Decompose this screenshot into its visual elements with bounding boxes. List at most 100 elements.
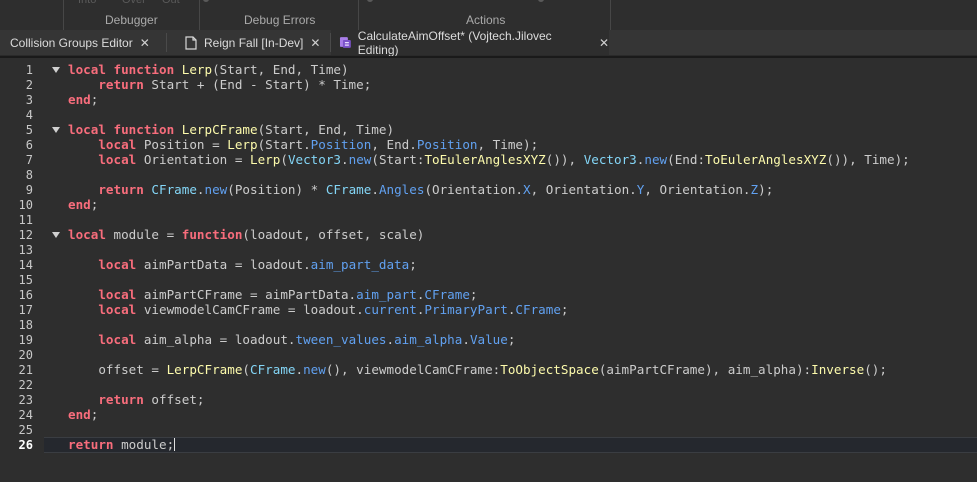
text-token: (	[242, 362, 250, 377]
fold-arrow-icon[interactable]	[52, 127, 60, 133]
close-icon[interactable]: ✕	[310, 36, 320, 50]
property-token: X	[523, 182, 531, 197]
text-token: (aimPartCFrame), aim_alpha):	[598, 362, 812, 377]
keyword-token: return	[98, 182, 152, 197]
text-token: ()), Time);	[826, 152, 910, 167]
function-token: ToObjectSpace	[500, 362, 599, 377]
text-token: ;	[90, 92, 99, 107]
function-token: Lerp	[250, 152, 281, 167]
code-line[interactable]: end;	[68, 92, 98, 107]
code-line[interactable]: local Orientation = Lerp(Vector3.new(Sta…	[68, 152, 910, 167]
keyword-token: local	[98, 287, 144, 302]
keyword-token: local	[68, 227, 114, 242]
keyword-token: function	[113, 62, 182, 77]
text-token: (End:	[667, 152, 706, 167]
code-line[interactable]: local aimPartData = loadout.aim_part_dat…	[68, 257, 416, 272]
text-token: , Orientation.	[644, 182, 751, 197]
script-editor[interactable]: 1 2 3 4 5 6 7 8 9 10 11 12 13 14 15 16 17 18 19 20 21 22 23 24 2…	[0, 56, 977, 482]
code-line[interactable]: local aim_alpha = loadout.tween_values.a…	[68, 332, 515, 347]
ribbon-ghost-text: Over	[122, 0, 146, 6]
function-token: ToEulerAnglesXYZ	[424, 152, 546, 167]
builtin-token: CFrame	[250, 362, 296, 377]
close-icon[interactable]: ✕	[140, 36, 150, 50]
tab-calculate-aim-offset[interactable]: CalculateAimOffset* (Vojtech.Jilovec Edi…	[331, 28, 609, 57]
line-number: 3	[25, 93, 33, 107]
code-line[interactable]: offset = LerpCFrame(CFrame.new(), viewmo…	[68, 362, 887, 377]
code-line[interactable]: local module = function(loadout, offset,…	[68, 227, 424, 242]
code-line[interactable]: return CFrame.new(Position) * CFrame.Ang…	[68, 182, 773, 197]
property-token: CFrame	[424, 287, 470, 302]
ribbon-ghost-text: Into	[78, 0, 97, 6]
property-token: CFrame	[515, 302, 561, 317]
builtin-token: Vector3	[583, 152, 637, 167]
property-token: new	[348, 152, 372, 167]
text-token: (), viewmodelCamCFrame:	[325, 362, 501, 377]
text-token: viewmodelCamCFrame = loadout.	[143, 302, 364, 317]
code-line[interactable]: return module;	[68, 437, 176, 452]
ribbon-ghost-text: Out	[162, 0, 180, 6]
tab-collision-groups-editor[interactable]: Collision Groups Editor ✕	[10, 30, 150, 55]
keyword-token: local	[68, 62, 114, 77]
code-line[interactable]: return Start + (End - Start) * Time;	[68, 77, 371, 92]
line-number: 22	[18, 378, 33, 392]
text-token: (Position) *	[227, 182, 326, 197]
text-token: ;	[507, 332, 516, 347]
text-token: Position =	[143, 137, 228, 152]
text-token: ;	[560, 302, 569, 317]
code-line[interactable]: return offset;	[68, 392, 204, 407]
text-token: (Start.	[257, 137, 311, 152]
text-token: ()),	[545, 152, 584, 167]
line-number: 21	[18, 363, 33, 377]
tab-bar: Collision Groups Editor ✕ Reign Fall [In…	[0, 28, 977, 57]
text-token: module;	[121, 437, 175, 452]
keyword-token: local	[98, 137, 144, 152]
line-number: 24	[18, 408, 33, 422]
tab-reign-fall[interactable]: Reign Fall [In-Dev] ✕	[184, 30, 320, 55]
code-line[interactable]: local function LerpCFrame(Start, End, Ti…	[68, 122, 394, 137]
line-number: 10	[18, 198, 33, 212]
line-number: 14	[18, 258, 33, 272]
property-token: new	[204, 182, 228, 197]
keyword-token: return	[98, 392, 152, 407]
text-token: , Time);	[477, 137, 539, 152]
text-token: .	[295, 362, 304, 377]
close-icon[interactable]: ✕	[599, 36, 609, 50]
text-token: (Orientation.	[424, 182, 524, 197]
line-number-gutter: 1 2 3 4 5 6 7 8 9 10 11 12 13 14 15 16 17 18 19 20 21 22 23 24 2…	[0, 58, 60, 482]
ribbon-group-debug-errors: Debug Errors	[244, 13, 316, 27]
text-token: Orientation =	[143, 152, 250, 167]
code-line[interactable]: end;	[68, 407, 98, 422]
keyword-token: local	[98, 302, 144, 317]
code-line[interactable]: local viewmodelCamCFrame = loadout.curre…	[68, 302, 569, 317]
fold-arrow-icon[interactable]	[52, 67, 60, 73]
keyword-token: function	[181, 227, 243, 242]
function-token: LerpCFrame	[166, 362, 243, 377]
text-token: .	[371, 182, 379, 197]
code-line[interactable]: local Position = Lerp(Start.Position, En…	[68, 137, 538, 152]
text-token: );	[758, 182, 774, 197]
line-number: 1	[25, 63, 33, 77]
ribbon-separator	[63, 0, 64, 30]
ribbon-separator	[358, 0, 359, 30]
text-token: ;	[469, 287, 478, 302]
code-line[interactable]: local function Lerp(Start, End, Time)	[68, 62, 349, 77]
text-token: ;	[90, 407, 99, 422]
keyword-token: function	[113, 122, 182, 137]
property-token: aim_alpha	[394, 332, 463, 347]
text-token: (Start, End, Time)	[257, 122, 395, 137]
line-number: 4	[25, 108, 33, 122]
ribbon-separator	[199, 0, 200, 30]
code-line[interactable]: local aimPartCFrame = aimPartData.aim_pa…	[68, 287, 478, 302]
text-token: .	[462, 332, 470, 347]
tab-label: CalculateAimOffset* (Vojtech.Jilovec Edi…	[357, 28, 552, 57]
code-line[interactable]: end;	[68, 197, 98, 212]
fold-arrow-icon[interactable]	[52, 232, 60, 238]
function-token: Inverse	[811, 362, 865, 377]
text-token: aimPartData = loadout.	[143, 257, 311, 272]
function-token: ToEulerAnglesXYZ	[705, 152, 827, 167]
text-cursor	[174, 438, 176, 451]
